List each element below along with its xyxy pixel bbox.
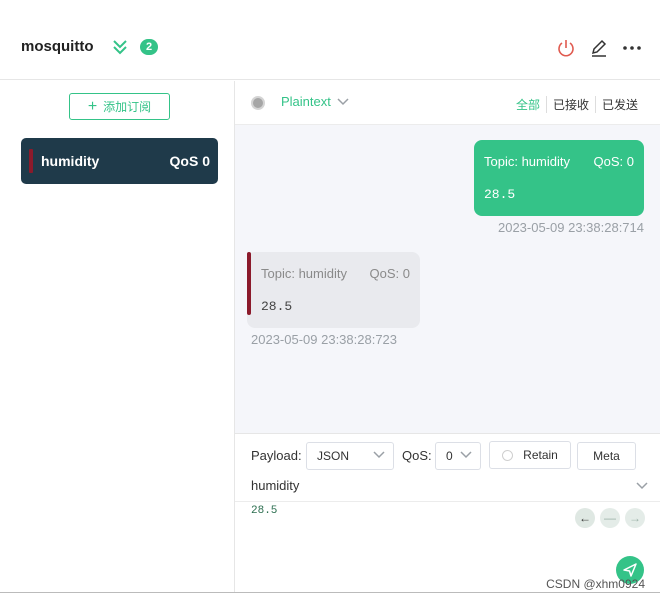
message-topic: Topic: humidity [261,266,347,281]
message-bubble-sent: Topic: humidity QoS: 0 28.5 [474,140,644,216]
chevron-down-icon [373,451,385,459]
message-meta: Topic: humidity QoS: 0 [484,154,634,169]
qos-select[interactable]: 0 [435,442,481,470]
send-icon [623,563,637,577]
connection-count-badge: 2 [140,39,158,55]
arrow-right-icon[interactable]: → [625,508,645,528]
watermark: CSDN @xhm0924 [546,577,645,591]
message-toolbar: Plaintext 全部 已接收 已发送 [235,81,660,125]
minus-icon[interactable]: — [600,508,620,528]
message-time: 2023-05-09 23:38:28:723 [251,332,398,347]
chevron-down-icon [460,451,472,459]
power-icon[interactable] [556,38,576,58]
message-color-bar [247,252,251,315]
subscription-qos: QoS 0 [169,153,210,169]
divider [0,592,660,593]
message-topic: Topic: humidity [484,154,570,169]
add-subscription-button[interactable]: + 添加订阅 [69,93,170,120]
format-value: Plaintext [281,94,331,109]
add-subscription-label: 添加订阅 [103,100,152,114]
filter-all[interactable]: 全部 [510,96,546,113]
subscriptions-sidebar: + 添加订阅 humidity QoS 0 [4,81,235,593]
payload-label: Payload: [251,448,302,463]
more-icon[interactable] [622,38,642,58]
connection-name: mosquitto [21,38,94,55]
message-panel: Plaintext 全部 已接收 已发送 Topic: humidity QoS… [235,81,660,593]
subscription-topic: humidity [41,153,100,169]
retain-label: Retain [523,448,558,462]
payload-format-select[interactable]: JSON [306,442,394,470]
divider [235,501,660,502]
chevron-down-icon[interactable] [636,482,648,490]
message-meta: Topic: humidity QoS: 0 [261,266,410,281]
format-select[interactable]: Plaintext [281,94,349,109]
topic-input[interactable]: humidity [251,478,631,493]
chevrons-down-icon[interactable] [111,38,129,56]
status-dot-icon [251,96,265,110]
edit-icon[interactable] [589,38,609,58]
meta-button[interactable]: Meta [577,442,636,470]
message-payload: 28.5 [484,187,516,202]
subscription-color-bar [29,149,33,173]
radio-icon [502,449,514,461]
payload-editor[interactable]: 28.5 [251,505,277,517]
subscription-item[interactable]: humidity QoS 0 [21,138,218,184]
qos-label: QoS: [402,448,432,463]
message-time: 2023-05-09 23:38:28:714 [497,220,644,235]
arrow-left-icon[interactable]: ← [575,508,595,528]
connection-header: mosquitto 2 [0,0,660,80]
message-qos: QoS: 0 [369,266,410,281]
plus-icon: + [87,97,98,115]
message-bubble-received: Topic: humidity QoS: 0 28.5 [247,252,420,328]
payload-format-value: JSON [317,449,350,463]
retain-toggle[interactable]: Retain [489,441,571,469]
message-filters: 全部 已接收 已发送 [510,96,644,113]
chevron-down-icon [337,97,349,105]
filter-received[interactable]: 已接收 [545,96,595,113]
filter-sent[interactable]: 已发送 [594,96,644,113]
meta-label: Meta [593,449,620,463]
message-payload: 28.5 [261,299,293,314]
publish-composer: Payload: JSON QoS: 0 Retain Meta humidit… [235,433,660,593]
message-qos: QoS: 0 [593,154,634,169]
qos-value: 0 [446,449,453,463]
